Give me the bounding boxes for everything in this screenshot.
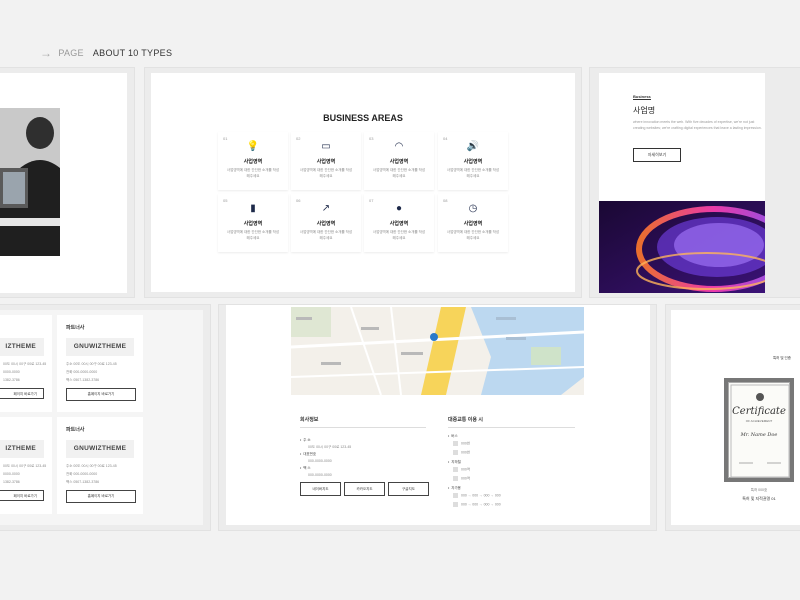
partner-logo: GNUWIZTHEME	[66, 440, 134, 458]
business-area-card[interactable]: 02 ▭ 사업영역 사업영역에 대한 간단한 소개를 작성해주세요	[291, 132, 361, 190]
transit-info-box: 대중교통 이용 시 • 버스 000번 000번 • 지하철 000역 000역 •…	[439, 407, 584, 516]
subway-icon	[453, 476, 458, 481]
partner-homepage-button[interactable]: 페이지 바로가기	[0, 490, 44, 501]
laptop-illustration	[0, 108, 60, 256]
partner-homepage-button[interactable]: 홈페이지 바로가기	[66, 388, 136, 401]
car-icon	[453, 502, 458, 507]
business-area-card[interactable]: 04 🔊 사업영역 사업영역에 대한 간단한 소개를 작성해주세요	[438, 132, 508, 190]
neon-ring-image	[599, 201, 765, 293]
transit-title: 대중교통 이용 시	[448, 417, 483, 423]
business-description: where innovation meets the web. With fiv…	[633, 120, 762, 130]
trending-icon: ↗	[321, 203, 331, 214]
google-map-button[interactable]: 구글지도	[388, 482, 429, 496]
card-description: 사업영역에 대한 간단한 소개를 작성해주세요	[299, 230, 353, 240]
card-description: 사업영역에 대한 간단한 소개를 작성해주세요	[446, 168, 500, 178]
card-title: 사업영역	[316, 159, 336, 165]
business-area-card[interactable]: 08 ◷ 사업영역 사업영역에 대한 간단한 소개를 작성해주세요	[438, 194, 508, 252]
business-title: 사업명	[633, 106, 656, 115]
certificate-number: 특허 000호	[750, 488, 768, 492]
company-info-title: 회사정보	[300, 417, 319, 423]
partner-homepage-button[interactable]: 홈페이지 바로가기	[66, 490, 136, 503]
card-title: 사업영역	[463, 159, 483, 165]
preview-panel-business-areas[interactable]	[145, 68, 581, 297]
partner-name: 파트너사	[66, 427, 85, 433]
partner-homepage-button[interactable]: 페이지 바로가기	[0, 388, 44, 399]
card-description: 사업영역에 대한 간단한 소개를 작성해주세요	[372, 168, 426, 178]
card-description: 사업영역에 대한 간단한 소개를 작성해주세요	[446, 230, 500, 240]
card-description: 사업영역에 대한 간단한 소개를 작성해주세요	[226, 230, 280, 240]
certificate-title: Certificate	[732, 406, 786, 417]
bulb-icon: 💡	[246, 141, 260, 152]
bus-icon	[453, 441, 458, 446]
partner-name: 파트너사	[66, 325, 85, 331]
business-area-card[interactable]: 05 ▮ 사업영역 사업영역에 대한 간단한 소개를 작성해주세요	[218, 194, 288, 252]
certificate-subtitle: OF ACHIEVEMENT	[745, 419, 773, 423]
card-title: 사업영역	[463, 221, 483, 227]
partner-logo: IZTHEME	[0, 440, 44, 458]
business-areas-title: BUSINESS AREAS	[323, 113, 403, 123]
partner-card: 파트너사 GNUWIZTHEME 주소 00도 00시 00구 00로 123-…	[57, 417, 143, 514]
neon-ring-illustration	[599, 201, 765, 293]
business-area-card[interactable]: 06 ↗ 사업영역 사업영역에 대한 간단한 소개를 작성해주세요	[291, 194, 361, 252]
partner-card: IZTHEME 00도 00시 00구 00로 123-45 0000-0000…	[0, 315, 52, 412]
wifi-icon: ◠	[394, 141, 404, 152]
card-title: 사업영역	[389, 221, 409, 227]
business-tag: Business	[633, 94, 651, 100]
card-title: 사업영역	[389, 159, 409, 165]
business-area-card[interactable]: 01 💡 사업영역 사업영역에 대한 간단한 소개를 작성해주세요	[218, 132, 288, 190]
card-description: 사업영역에 대한 간단한 소개를 작성해주세요	[372, 230, 426, 240]
certificate-border	[730, 384, 790, 478]
page-type-header: → PAGE ABOUT 10 TYPES	[40, 46, 172, 60]
bus-icon	[453, 450, 458, 455]
speaker-icon: 🔊	[466, 141, 480, 152]
partner-card: IZTHEME 00도 00시 00구 00로 123-45 0000-0000…	[0, 417, 52, 514]
partner-logo: GNUWIZTHEME	[66, 338, 134, 356]
more-button[interactable]: 자세히보기	[633, 148, 681, 162]
naver-map-button[interactable]: 네이버지도	[300, 482, 341, 496]
kakao-map-button[interactable]: 카카오지도	[344, 482, 385, 496]
company-info-box: 회사정보 • 주 소 00도 00시 00구 00로 123-45 • 대표번호 0…	[291, 407, 435, 516]
partner-logo: IZTHEME	[0, 338, 44, 356]
certificate-name: Mr. Name Doe	[740, 432, 778, 438]
location-map[interactable]	[291, 307, 584, 395]
monitor-icon: ▭	[321, 141, 331, 152]
card-title: 사업영역	[316, 221, 336, 227]
certificate-image: Certificate OF ACHIEVEMENT Mr. Name Doe	[724, 378, 794, 482]
certificate-caption: 특허 및 지적권명 01	[742, 496, 776, 501]
subway-icon	[453, 467, 458, 472]
card-title: 사업영역	[243, 159, 263, 165]
location-pin-icon: ●	[395, 203, 403, 214]
card-title: 사업영역	[243, 221, 263, 227]
arrow-right-icon: →	[40, 46, 53, 60]
bar-chart-icon: ▮	[250, 203, 256, 214]
car-icon	[453, 493, 458, 498]
map-illustration	[291, 307, 584, 395]
header-strong: ABOUT 10 TYPES	[92, 48, 173, 58]
business-area-card[interactable]: 03 ◠ 사업영역 사업영역에 대한 간단한 소개를 작성해주세요	[364, 132, 434, 190]
business-area-card[interactable]: 07 ● 사업영역 사업영역에 대한 간단한 소개를 작성해주세요	[364, 194, 434, 252]
partner-card: 파트너사 GNUWIZTHEME 주소 00도 00시 00구 00로 123-…	[57, 315, 143, 412]
clock-icon: ◷	[468, 203, 478, 214]
laptop-photo	[0, 108, 60, 256]
header-label: PAGE	[58, 48, 84, 58]
card-description: 사업영역에 대한 간단한 소개를 작성해주세요	[299, 168, 353, 178]
card-description: 사업영역에 대한 간단한 소개를 작성해주세요	[226, 168, 280, 178]
certificate-ribbon: 특허 및 인증	[725, 351, 795, 365]
